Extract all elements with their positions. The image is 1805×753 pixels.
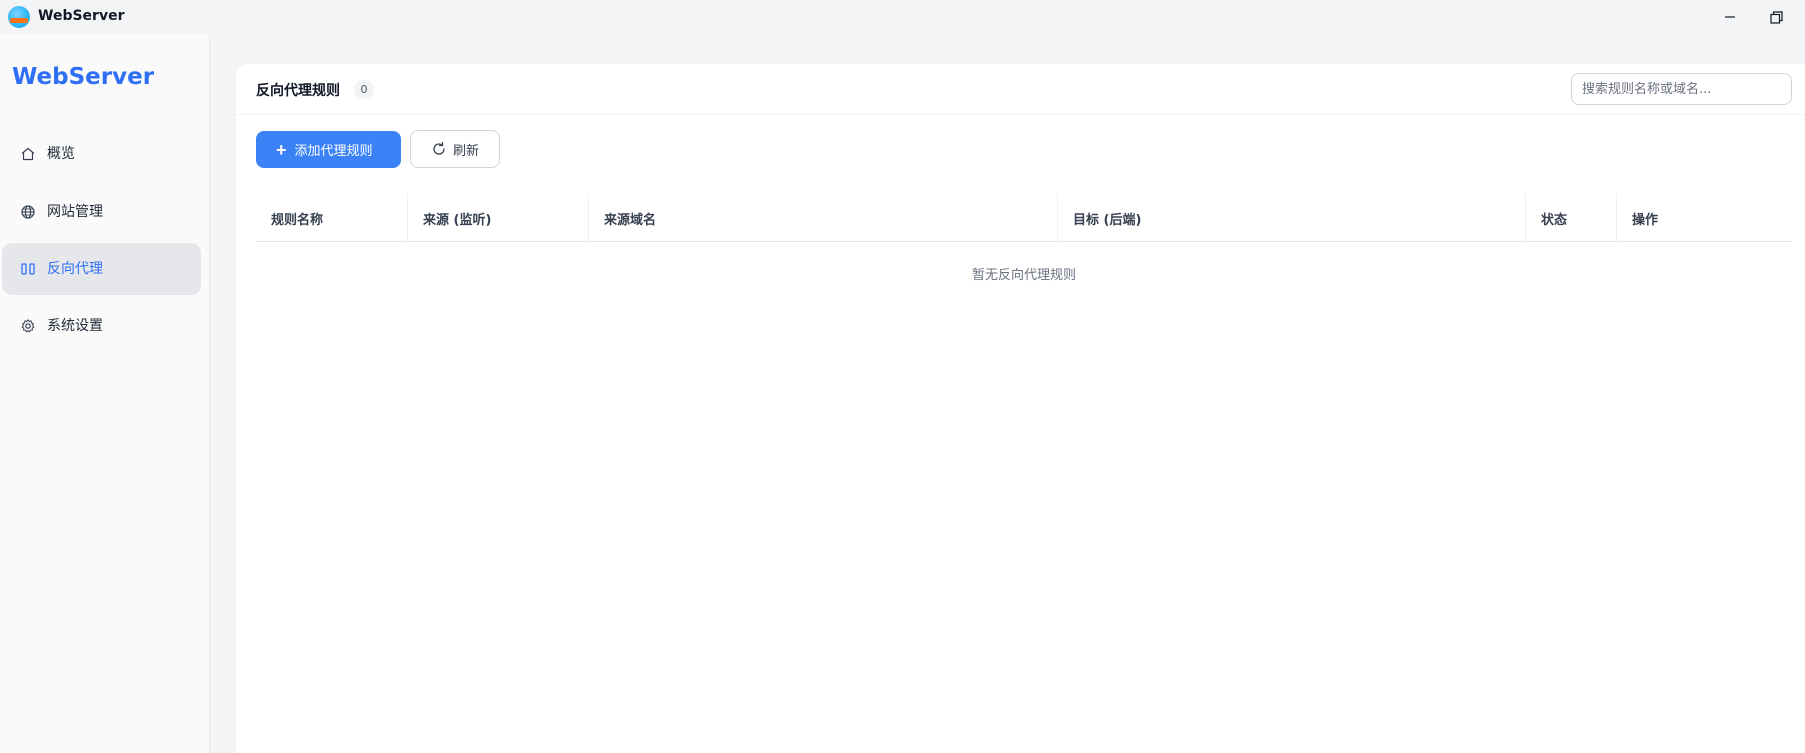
main-panel: 反向代理规则 0 + 添加代理规则 刷新 规则名称 来源 (监听) 来源域名 目… — [236, 64, 1805, 753]
minimize-button[interactable] — [1710, 4, 1750, 30]
column-header-actions[interactable]: 操作 — [1616, 194, 1792, 242]
sidebar-item-settings[interactable]: 系统设置 — [2, 300, 201, 352]
globe-icon — [21, 205, 35, 219]
sidebar: WebServer 概览 网站管理 反向代理 系统设置 — [0, 34, 210, 753]
empty-state-text: 暂无反向代理规则 — [971, 268, 1076, 283]
sidebar-item-reverse-proxy[interactable]: 反向代理 — [2, 243, 201, 295]
proxy-rules-table: 规则名称 来源 (监听) 来源域名 目标 (后端) 状态 操作 暂无反向代理规则 — [256, 194, 1792, 283]
column-header-status[interactable]: 状态 — [1525, 194, 1616, 242]
refresh-icon — [433, 141, 445, 155]
sidebar-item-label: 网站管理 — [47, 204, 103, 220]
page-header: 反向代理规则 0 — [236, 64, 1805, 115]
column-header-source-listen[interactable]: 来源 (监听) — [407, 194, 588, 242]
sidebar-item-overview[interactable]: 概览 — [2, 128, 201, 180]
column-header-rule-name[interactable]: 规则名称 — [256, 194, 407, 242]
restore-icon — [1769, 10, 1783, 24]
rule-count-badge: 0 — [354, 80, 374, 99]
table-header: 规则名称 来源 (监听) 来源域名 目标 (后端) 状态 操作 — [256, 194, 1792, 242]
add-proxy-rule-label: 添加代理规则 — [294, 143, 373, 158]
sidebar-item-sites[interactable]: 网站管理 — [2, 186, 201, 238]
column-header-target-backend[interactable]: 目标 (后端) — [1057, 194, 1525, 242]
home-icon — [21, 147, 35, 161]
sidebar-item-label: 概览 — [47, 146, 75, 162]
search-input[interactable] — [1571, 73, 1792, 105]
gear-icon — [21, 319, 35, 333]
brand-logo-text: WebServer — [12, 64, 155, 90]
sidebar-item-label: 系统设置 — [47, 318, 103, 334]
title-bar: WebServer — [0, 0, 1805, 34]
proxy-icon — [21, 263, 35, 275]
restore-button[interactable] — [1756, 4, 1796, 30]
column-header-source-domain[interactable]: 来源域名 — [588, 194, 1057, 242]
window-title: WebServer — [38, 8, 125, 24]
plus-icon: + — [276, 139, 287, 160]
page-title: 反向代理规则 — [256, 83, 340, 99]
sidebar-item-label: 反向代理 — [47, 261, 103, 277]
add-proxy-rule-button[interactable]: + 添加代理规则 — [256, 131, 401, 168]
refresh-label: 刷新 — [453, 142, 480, 158]
app-logo-icon — [8, 6, 30, 28]
refresh-button[interactable]: 刷新 — [410, 130, 500, 168]
minimize-icon — [1725, 16, 1735, 18]
